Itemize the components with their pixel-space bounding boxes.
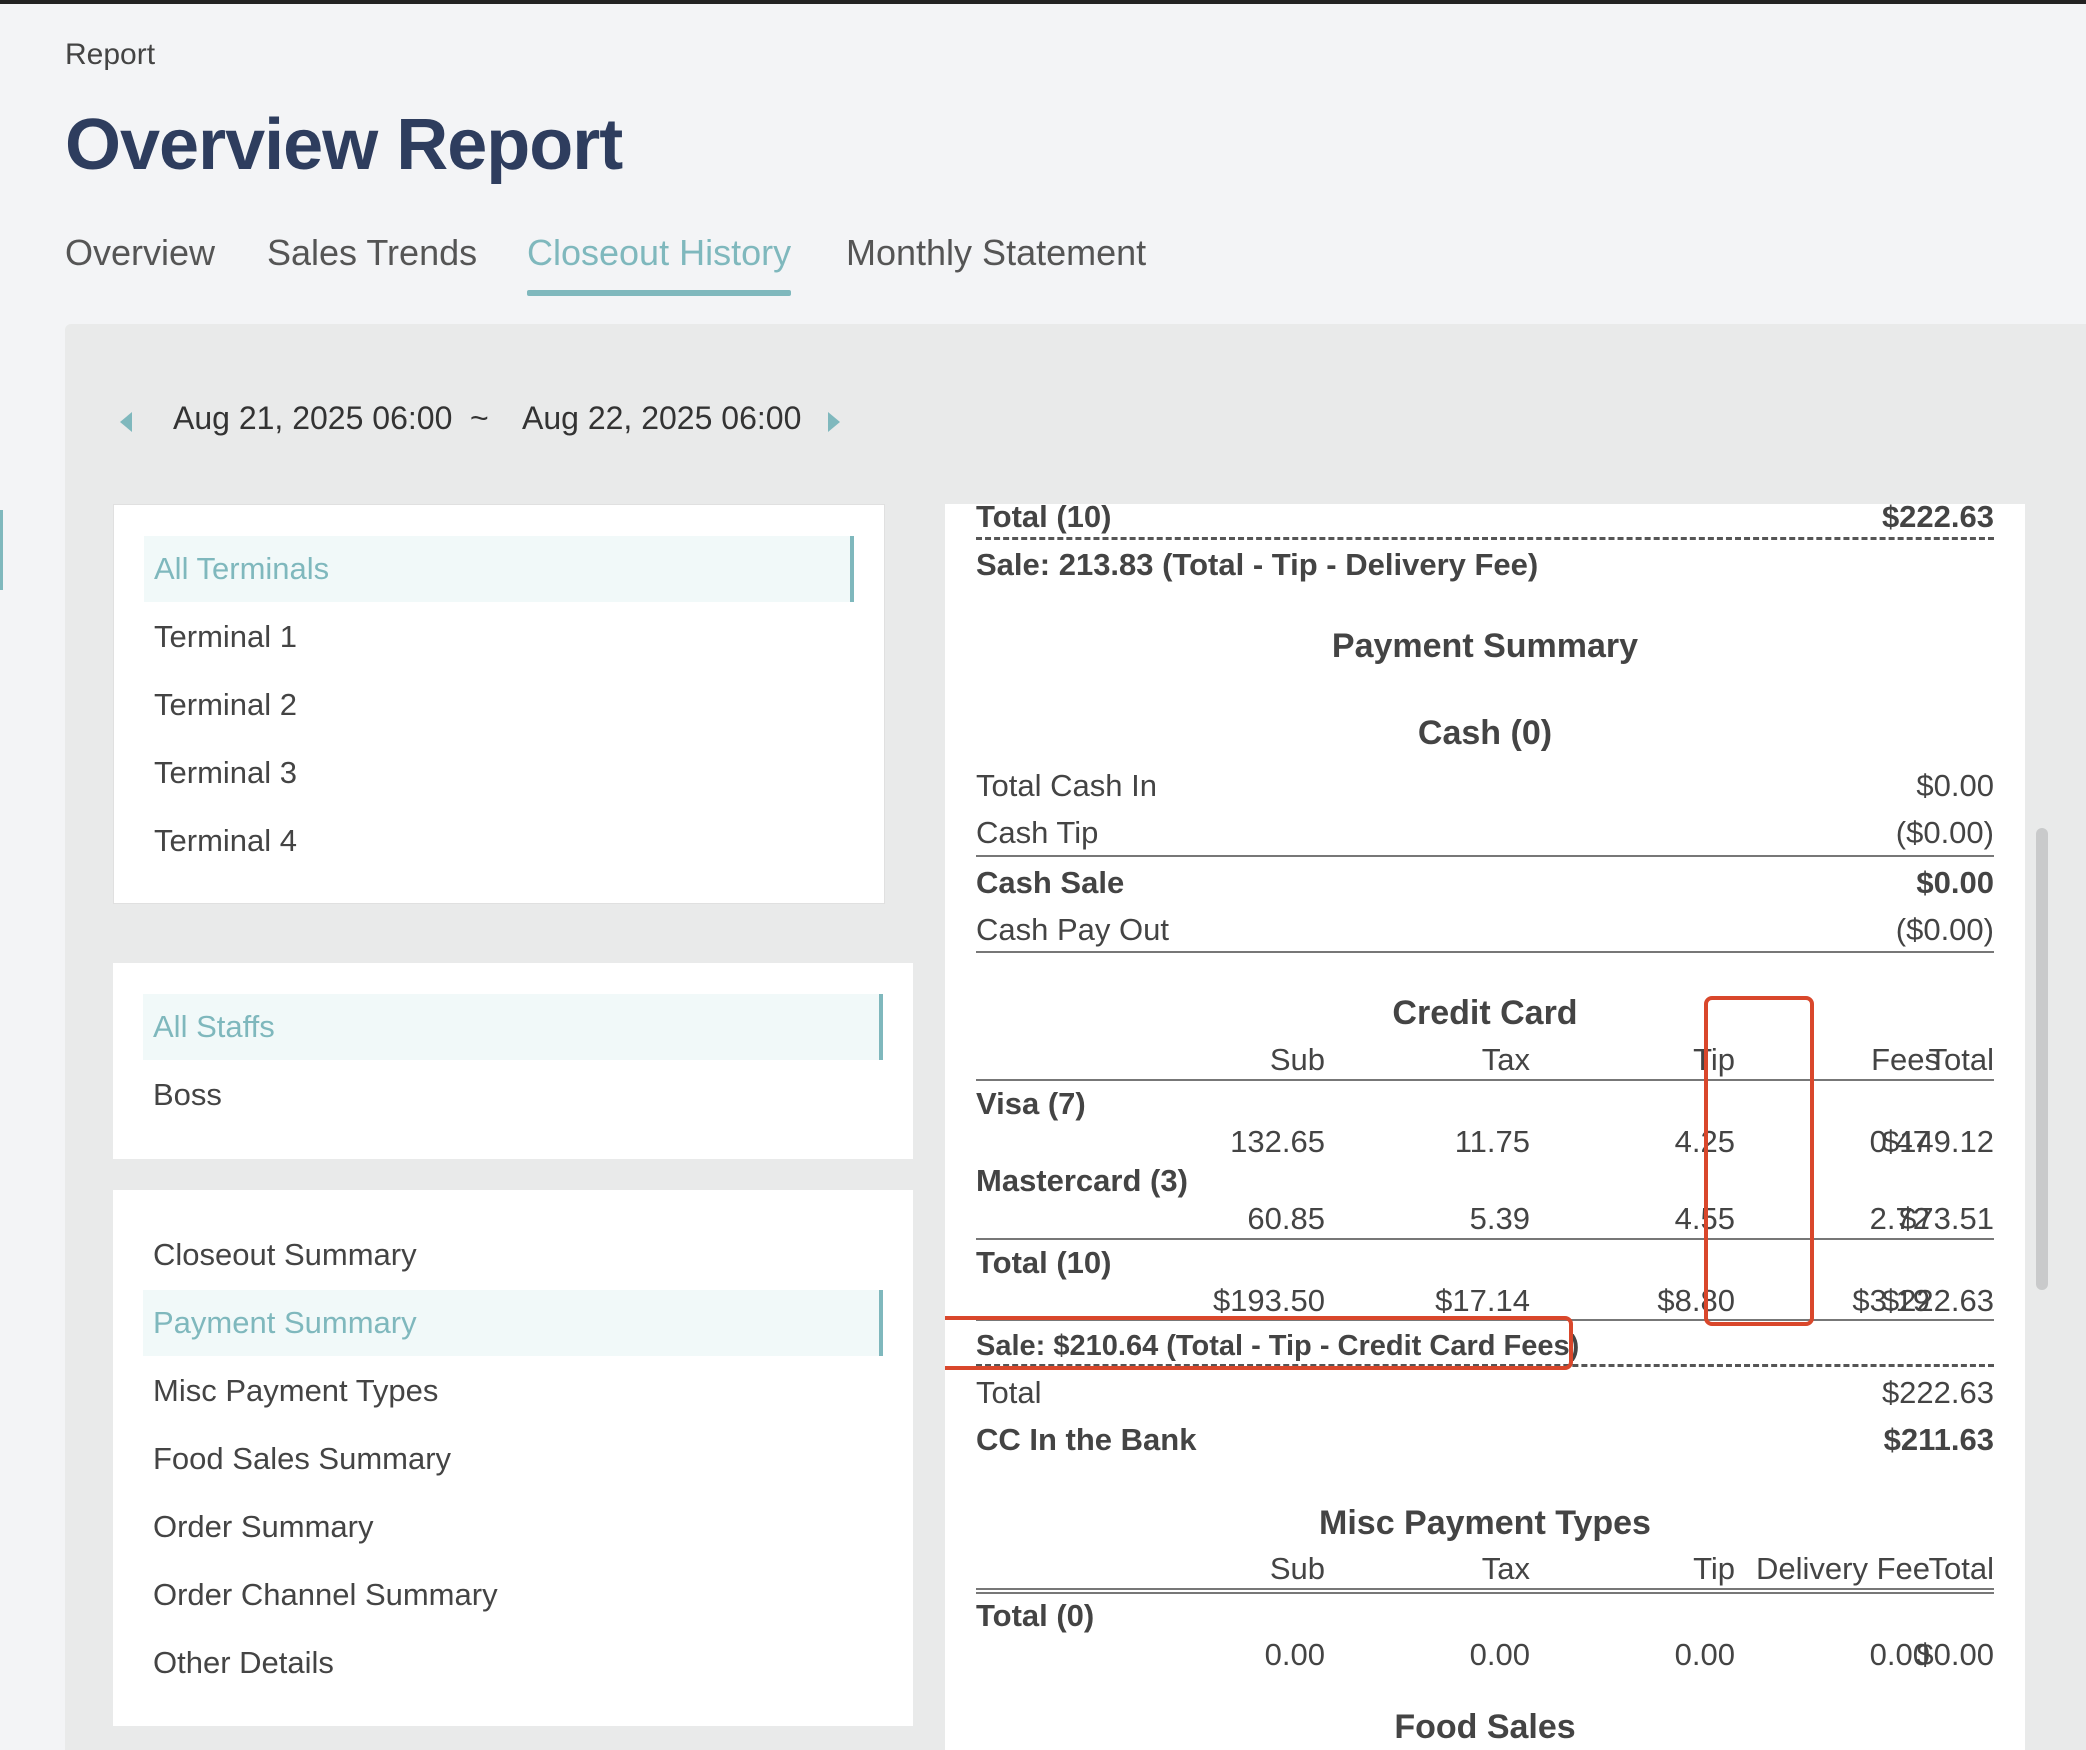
misc-total-label: Total (0) xyxy=(976,1598,1095,1633)
top-bar xyxy=(0,0,2086,4)
terminal-item-2[interactable]: Terminal 2 xyxy=(144,672,297,738)
visa-tax: 11.75 xyxy=(1454,1124,1530,1159)
mastercard-label: Mastercard (3) xyxy=(976,1163,1188,1198)
visa-sub: 132.65 xyxy=(1230,1124,1325,1159)
dashed-divider xyxy=(976,537,1994,540)
misc-header-sub: Sub xyxy=(1269,1551,1325,1586)
misc-header-divider xyxy=(976,1588,1994,1594)
visa-total: $149.12 xyxy=(1881,1124,1994,1159)
cash-tip-value: ($0.00) xyxy=(1895,815,1994,850)
section-misc-payment-types[interactable]: Misc Payment Types xyxy=(143,1358,438,1424)
staffs-card: All Staffs Boss xyxy=(113,963,913,1159)
mastercard-sub: 60.85 xyxy=(1247,1201,1325,1236)
top-total-value: $222.63 xyxy=(1881,504,1994,534)
cc-header-tax: Tax xyxy=(1481,1042,1530,1077)
sale-note-highlight-box xyxy=(945,1316,1573,1370)
cc-total-sub: $193.50 xyxy=(1212,1283,1325,1318)
breadcrumb[interactable]: Report xyxy=(65,38,155,72)
date-separator: ~ xyxy=(470,400,489,436)
food-sales-title: Food Sales xyxy=(1394,1708,1576,1746)
section-other-details[interactable]: Other Details xyxy=(143,1630,334,1696)
misc-total-sub: 0.00 xyxy=(1264,1637,1325,1672)
terminal-item-all[interactable]: All Terminals xyxy=(144,536,854,602)
total-cash-in-value: $0.00 xyxy=(1916,768,1994,803)
left-edge-indicator xyxy=(0,510,3,590)
terminal-item-3[interactable]: Terminal 3 xyxy=(144,740,297,806)
misc-title: Misc Payment Types xyxy=(1319,1504,1651,1542)
section-payment-summary[interactable]: Payment Summary xyxy=(143,1290,883,1356)
page-title: Overview Report xyxy=(65,105,623,185)
report-view: Total (10) $222.63 Sale: 213.83 (Total -… xyxy=(945,504,2025,1750)
start-date[interactable]: Aug 21, 2025 06:00 xyxy=(173,400,452,437)
tab-closeout-history[interactable]: Closeout History xyxy=(527,232,792,296)
cc-rows-divider xyxy=(976,1238,1994,1240)
tab-sales-trends[interactable]: Sales Trends xyxy=(267,232,477,296)
end-date[interactable]: Aug 22, 2025 06:00 xyxy=(522,400,801,437)
section-order-channel-summary[interactable]: Order Channel Summary xyxy=(143,1562,498,1628)
cash-sale-value: $0.00 xyxy=(1916,865,1994,900)
tab-overview[interactable]: Overview xyxy=(65,232,215,296)
cash-divider xyxy=(976,855,1994,857)
misc-total-total: $0.00 xyxy=(1916,1637,1994,1672)
cc-total-total: $222.63 xyxy=(1881,1283,1994,1318)
misc-total-tip: 0.00 xyxy=(1674,1637,1735,1672)
terminal-item-1[interactable]: Terminal 1 xyxy=(144,604,297,670)
total-cash-in-label: Total Cash In xyxy=(976,768,1157,803)
top-total-label: Total (10) xyxy=(976,504,1112,534)
top-sale-note: Sale: 213.83 (Total - Tip - Delivery Fee… xyxy=(976,547,1539,582)
cc-header-divider xyxy=(976,1079,1994,1081)
cash-sale-label: Cash Sale xyxy=(976,865,1125,900)
credit-card-title: Credit Card xyxy=(1392,994,1578,1032)
report-scrollbar[interactable] xyxy=(2036,828,2048,1290)
mastercard-total: $73.51 xyxy=(1899,1201,1994,1236)
cc-total-tax: $17.14 xyxy=(1435,1283,1530,1318)
cc-total-row-value: $222.63 xyxy=(1881,1375,1994,1410)
cc-total-row-label: Total xyxy=(976,1375,1042,1410)
payment-summary-title: Payment Summary xyxy=(1331,627,1639,665)
section-closeout-summary[interactable]: Closeout Summary xyxy=(143,1222,417,1288)
cash-title: Cash (0) xyxy=(1417,714,1553,752)
staff-item-all[interactable]: All Staffs xyxy=(143,994,883,1060)
cash-tip-label: Cash Tip xyxy=(976,815,1099,850)
cc-total-label: Total (10) xyxy=(976,1245,1112,1280)
misc-total-tax: 0.00 xyxy=(1469,1637,1530,1672)
terminal-item-4[interactable]: Terminal 4 xyxy=(144,808,297,874)
cash-pay-out-label: Cash Pay Out xyxy=(976,912,1169,947)
section-food-sales-summary[interactable]: Food Sales Summary xyxy=(143,1426,451,1492)
sections-card: Closeout Summary Payment Summary Misc Pa… xyxy=(113,1190,913,1726)
next-date-arrow-icon[interactable] xyxy=(828,412,840,432)
visa-label: Visa (7) xyxy=(976,1086,1086,1121)
fees-highlight-box xyxy=(1704,996,1814,1326)
cc-bank-value: $211.63 xyxy=(1883,1422,1994,1457)
cash-pay-out-value: ($0.00) xyxy=(1895,912,1994,947)
section-order-summary[interactable]: Order Summary xyxy=(143,1494,373,1560)
misc-header-total: Total xyxy=(1928,1551,1994,1586)
mastercard-tax: 5.39 xyxy=(1469,1201,1530,1236)
staff-item-boss[interactable]: Boss xyxy=(143,1062,222,1128)
terminals-card: All Terminals Terminal 1 Terminal 2 Term… xyxy=(113,504,885,904)
cash-bottom-divider xyxy=(976,951,1994,953)
cc-header-sub: Sub xyxy=(1269,1042,1325,1077)
misc-header-tax: Tax xyxy=(1481,1551,1530,1586)
prev-date-arrow-icon[interactable] xyxy=(120,412,132,432)
tab-monthly-statement[interactable]: Monthly Statement xyxy=(846,232,1146,296)
cc-bank-label: CC In the Bank xyxy=(976,1422,1197,1457)
